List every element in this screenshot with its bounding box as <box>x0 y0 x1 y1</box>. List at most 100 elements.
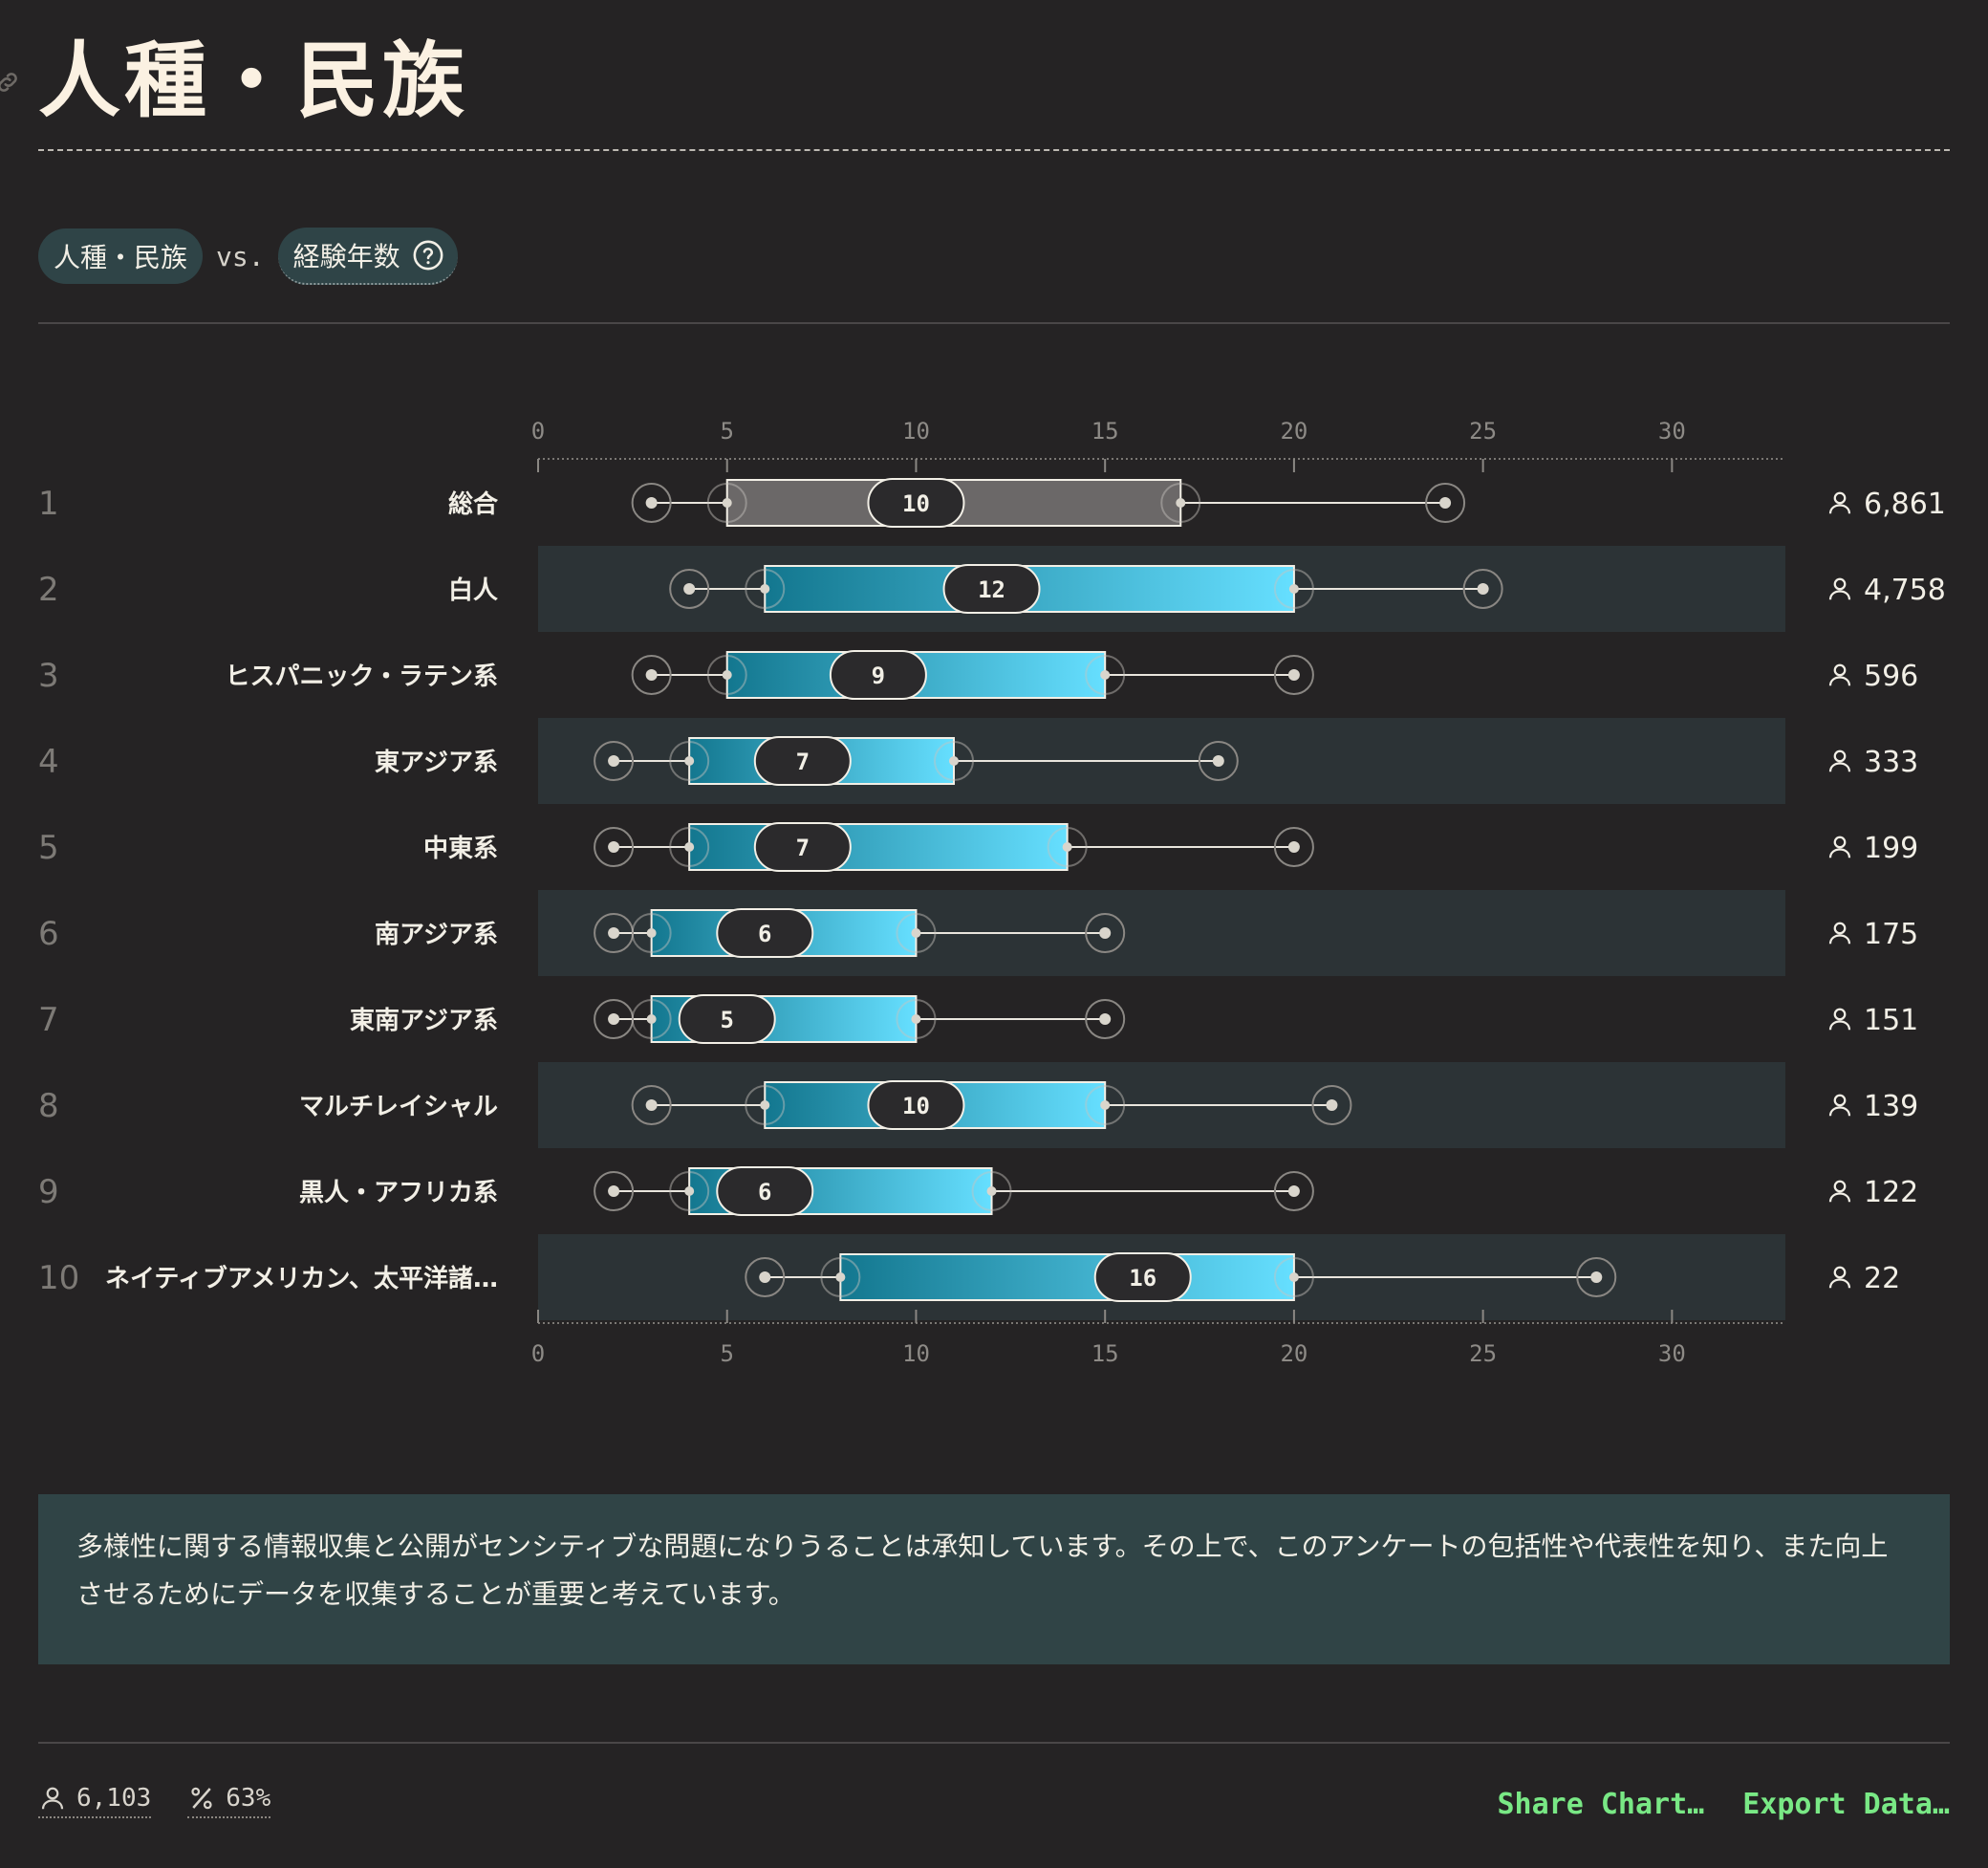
section-divider <box>38 322 1950 324</box>
person-icon-head <box>1833 749 1847 763</box>
quartile-point <box>911 1014 921 1024</box>
quartile-point <box>646 1014 657 1024</box>
median-value: 16 <box>1129 1265 1156 1292</box>
axis-tick-label: 10 <box>902 418 930 445</box>
quartile-point <box>1100 670 1111 680</box>
quartile-point <box>1288 584 1299 594</box>
boxplot-row: 9 黒人・アフリカ系 6 122 <box>38 1166 1918 1216</box>
quartile-point <box>835 1272 846 1282</box>
person-icon <box>1828 749 1851 772</box>
row-rank: 8 <box>38 1087 59 1125</box>
export-data-link[interactable]: Export Data… <box>1742 1788 1950 1821</box>
whisker-end-point <box>1477 583 1489 595</box>
person-icon-head <box>1833 663 1847 677</box>
median-value: 7 <box>796 749 810 775</box>
secondary-dimension-pill[interactable]: 経験年数 <box>277 228 458 285</box>
respondent-count: 4,758 <box>1864 574 1946 607</box>
axis-tick-label: 5 <box>721 1340 734 1367</box>
whisker-end-point <box>1287 1185 1300 1197</box>
link-icon[interactable] <box>0 69 21 96</box>
median-value: 9 <box>872 662 885 689</box>
response-rate-stat[interactable]: 63% <box>187 1784 271 1818</box>
median-value: 12 <box>978 576 1005 603</box>
person-icon-body <box>1828 590 1851 600</box>
category-label: 白人 <box>448 576 498 605</box>
footer-divider <box>38 1742 1950 1744</box>
help-circle-icon[interactable] <box>412 239 444 272</box>
respondent-count: 151 <box>1864 1004 1918 1037</box>
person-icon-body <box>1828 1106 1851 1117</box>
quartile-point <box>722 498 732 508</box>
whisker-end-point <box>608 927 620 939</box>
person-icon-body <box>1828 1192 1851 1203</box>
category-label: ヒスパニック・ラテン系 <box>226 662 498 691</box>
person-icon-body <box>1828 762 1851 772</box>
comparison-selector: 人種・民族 vs. 経験年数 <box>38 228 458 285</box>
row-rank: 3 <box>38 657 59 695</box>
whisker-end-point <box>608 1013 620 1025</box>
person-icon <box>1828 1094 1851 1117</box>
row-rank: 6 <box>38 915 59 953</box>
axis-tick-label: 0 <box>531 1340 545 1367</box>
axis-tick-label: 30 <box>1658 418 1686 445</box>
response-rate: 63% <box>226 1784 271 1813</box>
person-icon <box>1828 836 1851 858</box>
row-rank: 2 <box>38 571 59 609</box>
whisker-end-point <box>608 841 620 853</box>
axis-tick-label: 0 <box>531 418 545 445</box>
quartile-point <box>760 584 770 594</box>
median-value: 7 <box>796 835 810 861</box>
quartile-point <box>1100 1100 1111 1110</box>
person-icon-body <box>1828 1278 1851 1289</box>
person-icon <box>1828 922 1851 945</box>
quartile-point <box>760 1100 770 1110</box>
respondent-count: 6,861 <box>1864 488 1946 521</box>
row-rank: 5 <box>38 829 59 867</box>
axis-tick-label: 15 <box>1091 1340 1119 1367</box>
whisker-end-point <box>759 1271 771 1283</box>
respondent-count-stat[interactable]: 6,103 <box>38 1784 152 1818</box>
person-icon <box>1828 1266 1851 1289</box>
whisker-end-point <box>1099 1013 1112 1025</box>
whisker-end-point <box>645 497 658 509</box>
respondent-count: 22 <box>1864 1262 1900 1295</box>
page-title: 人種・民族 <box>38 33 468 129</box>
median-value: 10 <box>902 490 930 517</box>
person-icon-body <box>1828 848 1851 858</box>
quartile-point <box>911 928 921 938</box>
respondent-count: 122 <box>1864 1176 1918 1209</box>
iqr-box <box>688 823 1069 871</box>
footer-stats: 6,103 63% <box>38 1784 271 1818</box>
boxplot-row: 1 総合 10 6,861 <box>38 478 1946 528</box>
median-value: 6 <box>758 1179 771 1206</box>
respondent-count: 6,103 <box>76 1784 152 1813</box>
category-label: 東南アジア系 <box>350 1007 498 1035</box>
person-icon <box>1828 491 1851 514</box>
person-icon-body <box>1828 676 1851 686</box>
axis-tick-label: 25 <box>1469 418 1497 445</box>
whisker-end-point <box>1287 669 1300 681</box>
category-label: 南アジア系 <box>375 921 498 949</box>
boxplot-row: 3 ヒスパニック・ラテン系 9 596 <box>38 650 1918 700</box>
respondent-count: 596 <box>1864 660 1918 693</box>
person-icon-head <box>1833 491 1847 505</box>
category-label: 総合 <box>448 489 499 519</box>
person-icon-head <box>1833 836 1847 849</box>
quartile-point <box>684 842 695 852</box>
axis-tick-label: 25 <box>1469 1340 1497 1367</box>
axis-tick-label: 20 <box>1280 1340 1307 1367</box>
primary-dimension-pill[interactable]: 人種・民族 <box>38 228 204 284</box>
respondent-count: 175 <box>1864 918 1918 951</box>
person-icon-head <box>1833 577 1847 591</box>
quartile-point <box>1176 498 1186 508</box>
category-label: マルチレイシャル <box>299 1093 498 1121</box>
median-value: 6 <box>758 921 771 947</box>
quartile-point <box>684 756 695 766</box>
category-label: 黒人・アフリカ系 <box>299 1179 498 1207</box>
median-value: 10 <box>902 1093 930 1119</box>
person-icon <box>1828 1180 1851 1203</box>
page: 人種・民族 人種・民族 vs. 経験年数 0 5 10 15 20 25 30 0 5 10 15 2… <box>0 0 1988 1868</box>
share-chart-link[interactable]: Share Chart… <box>1498 1788 1705 1821</box>
person-icon <box>41 1787 64 1810</box>
person-icon-head <box>1833 1180 1847 1193</box>
